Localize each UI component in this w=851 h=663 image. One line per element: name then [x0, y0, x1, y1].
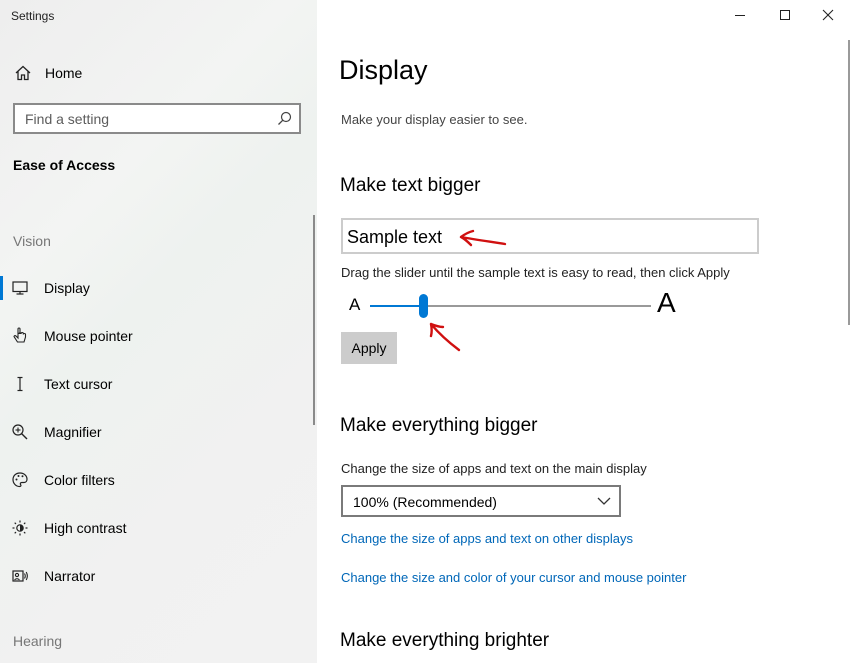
slider-hint: Drag the slider until the sample text is… — [341, 265, 730, 280]
minimize-icon — [735, 15, 745, 16]
brightness-icon — [12, 520, 28, 536]
slider-min-label: A — [349, 295, 361, 314]
section-heading: Ease of Access — [13, 157, 116, 173]
search-icon[interactable] — [277, 111, 292, 126]
search-input[interactable] — [15, 105, 265, 132]
sidebar-item-label: High contrast — [44, 520, 127, 536]
sample-text: Sample text — [347, 227, 443, 247]
chevron-down-icon — [597, 497, 611, 505]
text-size-slider-thumb[interactable] — [418, 294, 428, 318]
sidebar-item-magnifier[interactable]: Magnifier — [0, 412, 310, 452]
pointer-icon — [13, 327, 27, 343]
close-icon — [822, 9, 834, 21]
sidebar-scrollbar[interactable] — [313, 215, 315, 425]
annotation-arrow-sample — [459, 229, 507, 247]
scale-field-label: Change the size of apps and text on the … — [341, 461, 647, 476]
group-label-vision: Vision — [13, 233, 51, 249]
page-title: Display — [339, 55, 428, 85]
sidebar-item-color-filters[interactable]: Color filters — [0, 460, 310, 500]
group-label-hearing: Hearing — [13, 633, 63, 649]
text-size-slider-fill — [370, 305, 424, 307]
text-cursor-icon — [17, 376, 23, 392]
annotation-arrow-slider — [429, 322, 461, 352]
close-button[interactable] — [805, 0, 851, 30]
sidebar-item-label: Color filters — [44, 472, 115, 488]
slider-max-label: A — [657, 287, 676, 318]
sidebar: Settings Home Ease of Access Vision Disp… — [0, 0, 317, 663]
heading-make-everything-brighter: Make everything brighter — [340, 630, 550, 651]
scale-dropdown[interactable]: 100% (Recommended) — [341, 485, 621, 517]
monitor-icon — [12, 281, 28, 295]
sidebar-item-label: Mouse pointer — [44, 328, 133, 344]
sidebar-item-display[interactable]: Display — [0, 268, 310, 308]
maximize-button[interactable] — [762, 0, 808, 30]
home-label: Home — [45, 65, 83, 81]
sidebar-item-label: Text cursor — [44, 376, 113, 392]
page-subtitle: Make your display easier to see. — [341, 112, 528, 127]
sidebar-item-label: Display — [44, 280, 90, 296]
narrator-icon — [12, 570, 28, 582]
sidebar-item-label: Magnifier — [44, 424, 102, 440]
sidebar-item-high-contrast[interactable]: High contrast — [0, 508, 310, 548]
sidebar-item-mouse-pointer[interactable]: Mouse pointer — [0, 316, 310, 356]
heading-make-everything-bigger: Make everything bigger — [340, 415, 538, 436]
app-title: Settings — [11, 9, 55, 23]
link-other-displays[interactable]: Change the size of apps and text on othe… — [341, 531, 633, 546]
home-icon — [15, 65, 31, 81]
minimize-button[interactable] — [717, 0, 763, 30]
apply-button[interactable]: Apply — [341, 332, 397, 364]
home-nav-item[interactable]: Home — [0, 58, 317, 88]
sidebar-item-text-cursor[interactable]: Text cursor — [0, 364, 310, 404]
maximize-icon — [780, 10, 790, 20]
sample-text-preview: Sample text — [341, 218, 759, 254]
palette-icon — [12, 472, 28, 488]
link-cursor-settings[interactable]: Change the size and color of your cursor… — [341, 570, 686, 585]
heading-make-text-bigger: Make text bigger — [340, 175, 481, 196]
sidebar-item-label: Narrator — [44, 568, 96, 584]
scale-dropdown-value: 100% (Recommended) — [353, 494, 497, 510]
magnifier-icon — [12, 424, 28, 440]
sidebar-item-narrator[interactable]: Narrator — [0, 556, 310, 596]
main-scrollbar[interactable] — [848, 40, 850, 325]
search-box[interactable] — [13, 103, 301, 134]
